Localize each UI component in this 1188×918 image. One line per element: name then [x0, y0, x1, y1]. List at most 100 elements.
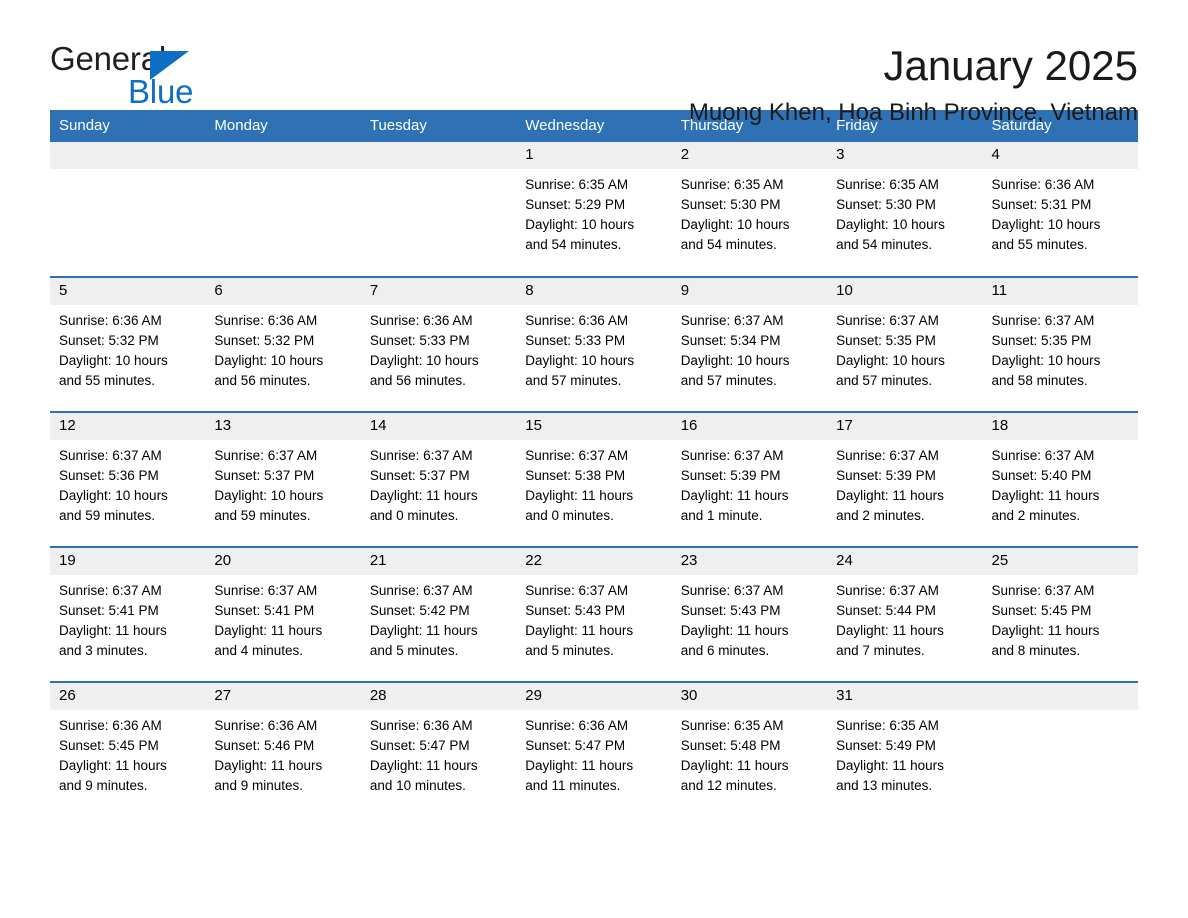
- day-daylight1-text: Daylight: 10 hours: [836, 217, 945, 232]
- calendar-day-cell[interactable]: 11 Sunrise: 6:37 AM Sunset: 5:35 PM Dayligh…: [982, 276, 1138, 412]
- day-daylight2-text: and 13 minutes.: [836, 778, 933, 793]
- calendar-day-cell[interactable]: 13 Sunrise: 6:37 AM Sunset: 5:37 PM Dayligh…: [205, 411, 361, 547]
- day-daylight1-text: Daylight: 10 hours: [680, 217, 790, 232]
- day-sunset-text: Sunset: 5:48 PM: [680, 738, 781, 753]
- day-daylight1-text: Daylight: 11 hours: [525, 488, 634, 503]
- calendar-day-cell[interactable]: 22 Sunrise: 6:37 AM Sunset: 5:43 PM Dayligh…: [516, 546, 672, 682]
- calendar-day-cell[interactable]: 17 Sunrise: 6:37 AM Sunset: 5:39 PM Dayligh…: [827, 411, 983, 547]
- day-number: 7: [360, 278, 517, 305]
- calendar-day-cell[interactable]: 30 Sunrise: 6:35 AM Sunset: 5:48 PM Dayligh…: [671, 681, 828, 817]
- day-number: [50, 142, 206, 169]
- day-number: 12: [50, 413, 206, 440]
- day-number: 31: [827, 683, 983, 710]
- weekday-header-sunday: Sunday: [50, 110, 206, 142]
- day-number: 29: [516, 683, 672, 710]
- calendar-day-cell[interactable]: 23 Sunrise: 6:37 AM Sunset: 5:43 PM Dayligh…: [671, 546, 828, 682]
- day-daylight1-text: Daylight: 11 hours: [991, 623, 1100, 638]
- calendar-day-cell[interactable]: 6 Sunrise: 6:36 AM Sunset: 5:32 PM Daylight…: [205, 276, 361, 412]
- calendar-day-cell[interactable]: 28 Sunrise: 6:36 AM Sunset: 5:47 PM Dayligh…: [360, 681, 517, 817]
- day-sun-info: Sunrise: 6:37 AM Sunset: 5:43 PM Daylight:…: [672, 575, 827, 661]
- day-sunrise-text: Sunrise: 6:37 AM: [680, 313, 784, 328]
- calendar-day-cell[interactable]: 24 Sunrise: 6:37 AM Sunset: 5:44 PM Dayligh…: [827, 546, 983, 682]
- calendar-day-cell[interactable]: 27 Sunrise: 6:36 AM Sunset: 5:46 PM Dayligh…: [205, 681, 361, 817]
- day-number: 28: [360, 683, 517, 710]
- location-subtitle: Muong Khen, Hoa Binh Province, Vietnam: [688, 99, 1138, 127]
- day-daylight1-text: Daylight: 10 hours: [525, 217, 635, 232]
- calendar-day-cell[interactable]: 5 Sunrise: 6:36 AM Sunset: 5:32 PM Daylight…: [50, 276, 206, 412]
- day-daylight2-text: and 12 minutes.: [680, 778, 777, 793]
- day-daylight1-text: Daylight: 10 hours: [214, 353, 324, 368]
- day-daylight2-text: and 59 minutes.: [59, 508, 156, 523]
- day-sunset-text: Sunset: 5:37 PM: [214, 468, 315, 483]
- general-blue-logo[interactable]: General Blue: [50, 42, 310, 112]
- day-daylight1-text: Daylight: 11 hours: [525, 758, 634, 773]
- day-sunrise-text: Sunrise: 6:37 AM: [991, 583, 1095, 598]
- calendar-day-cell[interactable]: 25 Sunrise: 6:37 AM Sunset: 5:45 PM Dayligh…: [982, 546, 1138, 682]
- day-sunset-text: Sunset: 5:35 PM: [836, 333, 936, 348]
- calendar-day-cell[interactable]: 4 Sunrise: 6:36 AM Sunset: 5:31 PM Daylight…: [982, 142, 1138, 277]
- day-daylight1-text: Daylight: 11 hours: [680, 488, 789, 503]
- day-sunset-text: Sunset: 5:45 PM: [991, 603, 1092, 618]
- calendar-day-cell[interactable]: 16 Sunrise: 6:37 AM Sunset: 5:39 PM Dayligh…: [671, 411, 828, 547]
- calendar-day-cell[interactable]: 8 Sunrise: 6:36 AM Sunset: 5:33 PM Daylight…: [516, 276, 672, 412]
- day-sunrise-text: Sunrise: 6:37 AM: [680, 583, 784, 598]
- calendar-day-cell[interactable]: 7 Sunrise: 6:36 AM Sunset: 5:33 PM Daylight…: [360, 276, 517, 412]
- calendar-day-cell[interactable]: 18 Sunrise: 6:37 AM Sunset: 5:40 PM Dayligh…: [982, 411, 1138, 547]
- calendar-day-cell[interactable]: 2 Sunrise: 6:35 AM Sunset: 5:30 PM Daylight…: [671, 142, 828, 277]
- day-sun-info: Sunrise: 6:36 AM Sunset: 5:33 PM Daylight:…: [361, 305, 516, 391]
- calendar-day-cell[interactable]: 26 Sunrise: 6:36 AM Sunset: 5:45 PM Dayligh…: [50, 681, 206, 817]
- day-daylight1-text: Daylight: 11 hours: [369, 623, 478, 638]
- day-daylight2-text: and 2 minutes.: [836, 508, 925, 523]
- calendar-day-cell[interactable]: 21 Sunrise: 6:37 AM Sunset: 5:42 PM Dayligh…: [360, 546, 517, 682]
- day-daylight2-text: and 54 minutes.: [836, 237, 933, 252]
- calendar-day-cell[interactable]: 3 Sunrise: 6:35 AM Sunset: 5:30 PM Daylight…: [827, 142, 983, 277]
- day-daylight2-text: and 56 minutes.: [214, 373, 311, 388]
- calendar-day-cell[interactable]: 1 Sunrise: 6:35 AM Sunset: 5:29 PM Daylight…: [516, 142, 672, 277]
- day-sunset-text: Sunset: 5:32 PM: [214, 333, 315, 348]
- day-daylight2-text: and 6 minutes.: [680, 643, 770, 658]
- day-sunrise-text: Sunrise: 6:37 AM: [991, 313, 1095, 328]
- day-number: [982, 683, 1138, 710]
- day-sunset-text: Sunset: 5:34 PM: [680, 333, 781, 348]
- weekday-header-wednesday: Wednesday: [516, 110, 672, 142]
- day-sun-info: Sunrise: 6:36 AM Sunset: 5:46 PM Daylight:…: [205, 710, 360, 796]
- day-sun-info: Sunrise: 6:35 AM Sunset: 5:49 PM Daylight:…: [827, 710, 982, 796]
- day-sunset-text: Sunset: 5:33 PM: [525, 333, 626, 348]
- day-sun-info: Sunrise: 6:37 AM Sunset: 5:39 PM Daylight:…: [827, 440, 982, 526]
- day-daylight2-text: and 0 minutes.: [525, 508, 614, 523]
- day-sunrise-text: Sunrise: 6:35 AM: [836, 718, 939, 733]
- day-sunset-text: Sunset: 5:43 PM: [680, 603, 781, 618]
- day-daylight2-text: and 3 minutes.: [59, 643, 148, 658]
- day-number: 23: [671, 548, 828, 575]
- day-sunrise-text: Sunrise: 6:37 AM: [214, 448, 318, 463]
- calendar-day-cell[interactable]: 19 Sunrise: 6:37 AM Sunset: 5:41 PM Dayligh…: [50, 546, 206, 682]
- title-block: January 2025 Muong Khen, Hoa Binh Provin…: [689, 42, 1138, 126]
- calendar-day-cell[interactable]: 15 Sunrise: 6:37 AM Sunset: 5:38 PM Dayligh…: [516, 411, 672, 547]
- day-sun-info: Sunrise: 6:37 AM Sunset: 5:37 PM Daylight:…: [361, 440, 516, 526]
- calendar-day-cell[interactable]: 14 Sunrise: 6:37 AM Sunset: 5:37 PM Dayligh…: [360, 411, 517, 547]
- day-daylight2-text: and 2 minutes.: [991, 508, 1081, 523]
- day-sun-info: Sunrise: 6:37 AM Sunset: 5:45 PM Daylight:…: [983, 575, 1138, 661]
- day-sun-info: Sunrise: 6:37 AM Sunset: 5:43 PM Daylight:…: [516, 575, 671, 661]
- day-daylight2-text: and 11 minutes.: [525, 778, 621, 793]
- day-sun-info: Sunrise: 6:37 AM Sunset: 5:42 PM Daylight:…: [361, 575, 516, 661]
- calendar-day-cell[interactable]: 12 Sunrise: 6:37 AM Sunset: 5:36 PM Dayligh…: [50, 411, 206, 547]
- day-sunrise-text: Sunrise: 6:36 AM: [214, 313, 318, 328]
- calendar-day-cell[interactable]: 10 Sunrise: 6:37 AM Sunset: 5:35 PM Dayligh…: [827, 276, 983, 412]
- day-daylight1-text: Daylight: 11 hours: [214, 623, 323, 638]
- calendar-day-cell[interactable]: 20 Sunrise: 6:37 AM Sunset: 5:41 PM Dayligh…: [205, 546, 361, 682]
- day-sunset-text: Sunset: 5:35 PM: [991, 333, 1092, 348]
- calendar-week-row: 12 Sunrise: 6:37 AM Sunset: 5:36 PM Dayligh…: [50, 411, 1138, 547]
- calendar-day-cell[interactable]: 29 Sunrise: 6:36 AM Sunset: 5:47 PM Dayligh…: [516, 681, 672, 817]
- calendar-day-cell[interactable]: 31 Sunrise: 6:35 AM Sunset: 5:49 PM Dayligh…: [827, 681, 983, 817]
- day-daylight1-text: Daylight: 11 hours: [836, 623, 944, 638]
- day-number: 11: [982, 278, 1138, 305]
- day-sunset-text: Sunset: 5:45 PM: [59, 738, 159, 753]
- day-number: 18: [982, 413, 1138, 440]
- day-sun-info: Sunrise: 6:37 AM Sunset: 5:40 PM Daylight:…: [983, 440, 1138, 526]
- calendar-day-cell-empty: [205, 142, 361, 277]
- day-daylight2-text: and 1 minute.: [680, 508, 763, 523]
- calendar-day-cell[interactable]: 9 Sunrise: 6:37 AM Sunset: 5:34 PM Daylight…: [671, 276, 828, 412]
- day-sunset-text: Sunset: 5:41 PM: [59, 603, 159, 618]
- day-number: 16: [671, 413, 828, 440]
